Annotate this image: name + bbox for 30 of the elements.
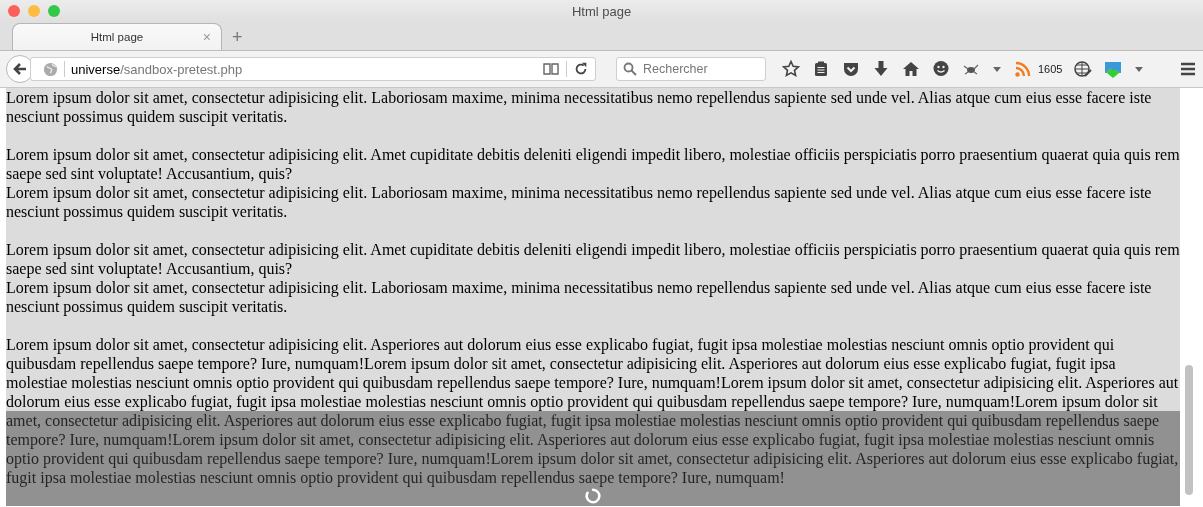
back-arrow-icon: [12, 61, 28, 77]
paragraph-text: Lorem ipsum dolor sit amet, consectetur adipisicing elit. Asperiores aut dolorum eius esse explicabo fugiat, fugit ipsa molestiae molestias nesciunt omnis optio provident qui quibusdam repellendus saepe tempore? Iure, numquam!Lorem ipsum dolor sit amet, consectetur adipisicing elit. Asperiores aut dolorum eius esse explicabo fugiat, fugit ipsa molestiae molestias nesciunt omnis optio provident qui quibusdam repellendus saepe tempore? Iure, numquam!Lorem ipsum dolor sit amet, consectetur adipisicing elit. Asperiores aut dolorum eius esse explicabo fugiat, fugit ipsa molestiae molestias nesciunt omnis optio provident qui quibusdam repellendus saepe tempore? Iure, numquam!Lorem ipsum dolor sit amet, consectetur adipisicing elit. Asperiores aut dolorum eius esse explicabo fugiat, fugit ipsa molestiae molestias nesciunt omnis optio provident qui quibusdam repellendus saepe tempore? Iure, numquam!Lorem ipsum dolor sit amet, consectetur adipisicing elit. Asperiores aut dolorum eius esse explicabo fugiat, fugit ipsa molestiae molestias nesciunt omnis optio provident qui quibusdam repellendus saepe tempore? Iure, numquam!Lorem ipsum dolor sit amet, consectetur adipisicing elit. Asperiores aut dolorum eius esse explicabo fugiat, fugit ipsa molestiae molestias nesciunt omnis optio provident qui quibusdam repellendus saepe tempore? Iure, numquam!: [6, 335, 1180, 487]
paragraph-text: Lorem ipsum dolor sit amet, consectetur adipisicing elit. Amet cupiditate debitis deleniti eligendi impedit libero, molestiae officiis perspiciatis porro praesentium quaerat quia quis rem saepe sed sint voluptate! Accusantium, quis?: [6, 145, 1180, 183]
scrollbar-thumb[interactable]: [1185, 365, 1193, 495]
caret-icon[interactable]: [992, 64, 1002, 74]
feed-count: 1605: [1038, 63, 1063, 75]
pocket-icon[interactable]: [842, 60, 860, 78]
star-icon[interactable]: [782, 60, 800, 78]
caret-icon[interactable]: [1134, 64, 1145, 74]
paragraph-text: Lorem ipsum dolor sit amet, consectetur adipisicing elit. Amet cupiditate debitis deleniti eligendi impedit libero, molestiae officiis perspiciatis porro praesentium quaerat quia quis rem saepe sed sint voluptate! Accusantium, quis?: [6, 240, 1180, 278]
reload-icon[interactable]: [573, 61, 589, 77]
download-icon[interactable]: [872, 60, 890, 78]
paragraph-text: Lorem ipsum dolor sit amet, consectetur adipisicing elit. Laboriosam maxime, minima necessitatibus nemo repellendus sapiente sed unde vel. Alias atque cum eius esse facere iste nesciunt possimus quidem suscipit veritatis.: [6, 183, 1153, 221]
address-field[interactable]: universe/sandbox-pretest.php: [30, 57, 596, 81]
search-field[interactable]: Rechercher: [616, 57, 766, 81]
paragraph-text: Lorem ipsum dolor sit amet, consectetur adipisicing elit. Laboriosam maxime, minima necessitatibus nemo repellendus sapiente sed unde vel. Alias atque cum eius esse facere iste nesciunt possimus quidem suscipit veritatis.: [6, 88, 1153, 126]
loading-spinner-icon: [585, 488, 601, 504]
clipboard-icon[interactable]: [812, 60, 830, 78]
globe-icon: [43, 61, 58, 77]
reader-view-icon[interactable]: [542, 60, 560, 78]
smiley-icon[interactable]: [932, 60, 950, 78]
image-download-icon[interactable]: [1104, 60, 1123, 78]
home-icon[interactable]: [902, 60, 920, 78]
window-title: Html page: [570, 3, 633, 19]
menu-icon[interactable]: [1179, 60, 1197, 78]
paragraph-text: Lorem ipsum dolor sit amet, consectetur adipisicing elit. Laboriosam maxime, minima necessitatibus nemo repellendus sapiente sed unde vel. Alias atque cum eius esse facere iste nesciunt possimus quidem suscipit veritatis.: [6, 278, 1153, 316]
globe-pencil-icon[interactable]: [1074, 60, 1093, 78]
search-icon: [623, 62, 637, 76]
browser-tab[interactable]: Html page ×: [12, 23, 222, 50]
url-text: universe/sandbox-pretest.php: [71, 61, 244, 77]
